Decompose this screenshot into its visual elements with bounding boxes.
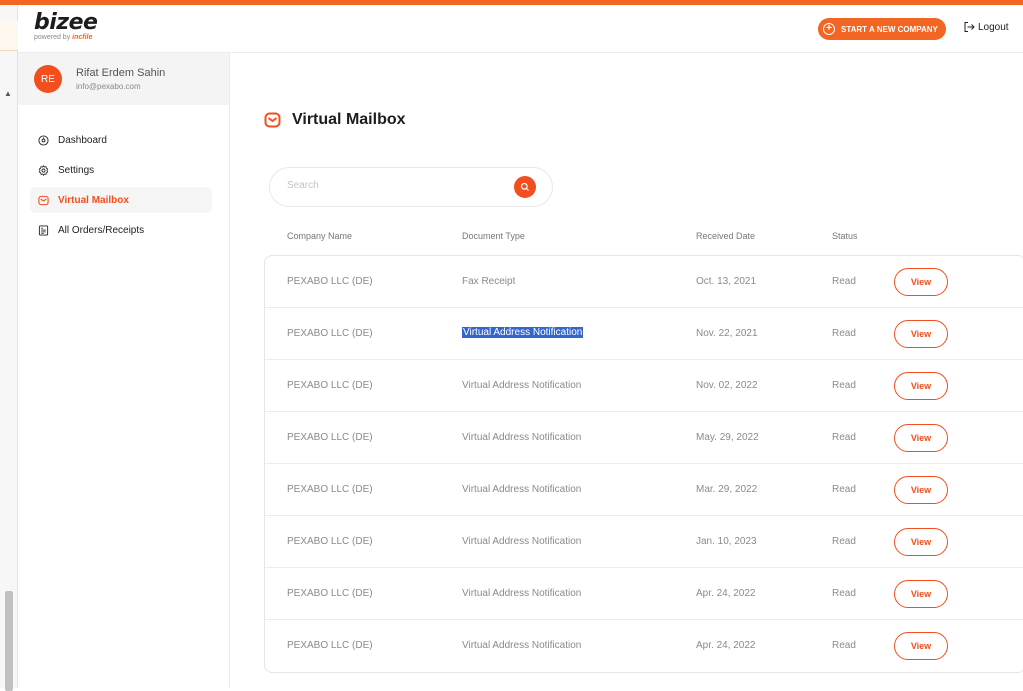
column-header-received-date: Received Date — [696, 231, 756, 241]
view-button[interactable]: View — [894, 320, 948, 348]
column-header-status: Status — [832, 231, 858, 241]
sidebar-item-label: Virtual Mailbox — [58, 194, 129, 206]
search-button[interactable] — [514, 176, 536, 198]
top-header: bizee powered by incfile + START A NEW C… — [18, 5, 1023, 53]
received-date-cell: Oct. 13, 2021 — [696, 276, 757, 287]
view-button[interactable]: View — [894, 268, 948, 296]
bizee-logo[interactable]: bizee powered by incfile — [34, 10, 98, 43]
status-cell: Read — [832, 432, 856, 443]
column-header-document-type: Document Type — [462, 231, 525, 241]
status-cell: Read — [832, 276, 856, 287]
view-button[interactable]: View — [894, 580, 948, 608]
table-header: Company Name Document Type Received Date… — [264, 225, 1023, 245]
received-date-cell: Nov. 02, 2022 — [696, 380, 758, 391]
sidebar-item-dashboard[interactable]: Dashboard — [30, 127, 212, 153]
status-cell: Read — [832, 640, 856, 651]
logout-label: Logout — [978, 21, 1009, 33]
powered-by-brand: incfile — [72, 34, 93, 41]
search-icon — [520, 182, 529, 191]
company-name-cell: PEXABO LLC (DE) — [287, 484, 373, 495]
sidebar-nav: Dashboard Settings Virtual Mailbox All O… — [18, 127, 229, 243]
view-button[interactable]: View — [894, 424, 948, 452]
scroll-up-arrow-icon[interactable]: ▲ — [4, 89, 12, 98]
document-type-cell: Virtual Address Notification — [462, 380, 582, 391]
receipt-icon — [38, 224, 49, 236]
received-date-cell: Jan. 10, 2023 — [696, 536, 757, 547]
view-button[interactable]: View — [894, 528, 948, 556]
company-name-cell: PEXABO LLC (DE) — [287, 328, 373, 339]
mailbox-icon — [38, 195, 49, 205]
mailbox-icon — [264, 112, 281, 128]
logout-button[interactable]: Logout — [963, 21, 1009, 33]
sidebar-item-label: Dashboard — [58, 134, 107, 146]
sidebar-item-label: All Orders/Receipts — [58, 224, 145, 236]
sidebar: RE Rifat Erdem Sahin info@pexabo.com Das… — [18, 53, 230, 688]
table-row: PEXABO LLC (DE) Virtual Address Notificat… — [265, 568, 1023, 620]
document-type-cell: Virtual Address Notification — [462, 432, 582, 443]
page-title: Virtual Mailbox — [264, 111, 406, 129]
main-content: Virtual Mailbox Company Name Document Ty… — [231, 53, 1023, 688]
sidebar-item-virtual-mailbox[interactable]: Virtual Mailbox — [30, 187, 212, 213]
mailbox-table: PEXABO LLC (DE) Fax Receipt Oct. 13, 2021 R… — [264, 255, 1023, 673]
dashboard-icon — [38, 134, 49, 146]
document-type-cell: Virtual Address Notification — [462, 640, 582, 651]
view-button[interactable]: View — [894, 372, 948, 400]
search-box — [269, 167, 553, 207]
search-input[interactable] — [287, 180, 487, 191]
view-button[interactable]: View — [894, 632, 948, 660]
received-date-cell: Nov. 22, 2021 — [696, 328, 758, 339]
sidebar-item-settings[interactable]: Settings — [30, 157, 212, 183]
plus-circle-icon: + — [823, 23, 835, 35]
browser-side-scrollbar[interactable]: ▲ — [0, 5, 18, 691]
received-date-cell: Mar. 29, 2022 — [696, 484, 758, 495]
company-name-cell: PEXABO LLC (DE) — [287, 380, 373, 391]
company-name-cell: PEXABO LLC (DE) — [287, 640, 373, 651]
company-name-cell: PEXABO LLC (DE) — [287, 588, 373, 599]
table-row: PEXABO LLC (DE) Virtual Address Notificat… — [265, 412, 1023, 464]
powered-by-text: powered by — [34, 34, 71, 41]
table-row: PEXABO LLC (DE) Fax Receipt Oct. 13, 2021 R… — [265, 256, 1023, 308]
sidebar-item-all-orders-receipts[interactable]: All Orders/Receipts — [30, 217, 212, 243]
view-button[interactable]: View — [894, 476, 948, 504]
table-row: PEXABO LLC (DE) Virtual Address Notificat… — [265, 620, 1023, 672]
user-email: info@pexabo.com — [76, 82, 141, 91]
gear-icon — [38, 164, 49, 176]
table-row: PEXABO LLC (DE) Virtual Address Notificat… — [265, 516, 1023, 568]
table-row: PEXABO LLC (DE) Virtual Address Notificat… — [265, 308, 1023, 360]
logout-icon — [964, 22, 975, 32]
user-profile: RE Rifat Erdem Sahin info@pexabo.com — [18, 53, 229, 105]
start-new-company-button[interactable]: + START A NEW COMPANY — [818, 18, 946, 40]
received-date-cell: Apr. 24, 2022 — [696, 588, 756, 599]
status-cell: Read — [832, 536, 856, 547]
document-type-cell: Fax Receipt — [462, 276, 516, 287]
document-type-cell: Virtual Address Notification — [462, 536, 582, 547]
table-row: PEXABO LLC (DE) Virtual Address Notificat… — [265, 360, 1023, 412]
received-date-cell: Apr. 24, 2022 — [696, 640, 756, 651]
received-date-cell: May. 29, 2022 — [696, 432, 759, 443]
logo-powered-by: powered by incfile — [34, 33, 97, 43]
scrollbar-thumb[interactable] — [5, 591, 13, 691]
status-cell: Read — [832, 588, 856, 599]
start-new-company-label: START A NEW COMPANY — [841, 24, 938, 34]
document-type-cell: Virtual Address Notification — [462, 484, 582, 495]
document-type-cell: Virtual Address Notification — [462, 588, 582, 599]
logo-brand: bizee — [34, 10, 98, 35]
avatar[interactable]: RE — [34, 65, 62, 93]
company-name-cell: PEXABO LLC (DE) — [287, 536, 373, 547]
status-cell: Read — [832, 380, 856, 391]
user-name: Rifat Erdem Sahin — [76, 67, 166, 79]
company-name-cell: PEXABO LLC (DE) — [287, 432, 373, 443]
company-name-cell: PEXABO LLC (DE) — [287, 276, 373, 287]
status-cell: Read — [832, 484, 856, 495]
page-title-text: Virtual Mailbox — [292, 111, 406, 128]
column-header-company-name: Company Name — [287, 231, 353, 241]
sidebar-item-label: Settings — [58, 164, 95, 176]
side-panel-tab — [0, 21, 18, 51]
document-type-cell: Virtual Address Notification — [462, 327, 584, 338]
table-row: PEXABO LLC (DE) Virtual Address Notificat… — [265, 464, 1023, 516]
status-cell: Read — [832, 328, 856, 339]
